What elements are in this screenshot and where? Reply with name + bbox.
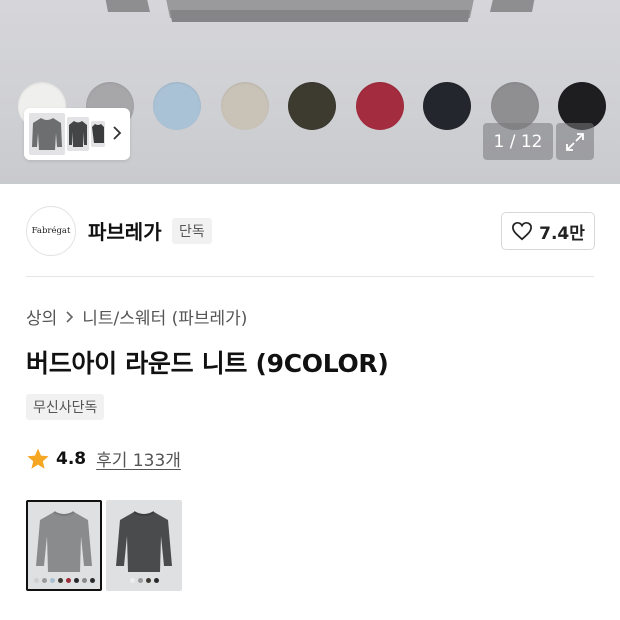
chevron-right-icon[interactable] <box>108 122 126 144</box>
breadcrumb-category[interactable]: 상의 <box>26 304 57 329</box>
image-thumbnail-strip[interactable] <box>24 108 130 160</box>
brand-logo[interactable]: Fabrégat <box>26 206 76 256</box>
product-image-gallery[interactable]: 1 / 12 <box>0 0 620 184</box>
musinsa-exclusive-badge: 무신사단독 <box>26 394 105 420</box>
color-swatch-sky-blue <box>153 82 201 130</box>
star-icon <box>27 448 49 469</box>
color-dot <box>153 578 159 583</box>
variant-color-dots <box>26 578 102 583</box>
divider <box>26 276 594 277</box>
expand-icon[interactable] <box>556 123 594 160</box>
color-dot <box>137 578 143 583</box>
variant-thumbnail[interactable] <box>106 500 182 591</box>
variant-color-dots <box>106 578 182 583</box>
color-dot <box>57 578 63 583</box>
brand-exclusive-badge: 단독 <box>172 218 212 244</box>
rating-summary: 4.8 후기 133개 <box>26 446 181 471</box>
heart-icon <box>512 221 533 241</box>
color-swatch-khaki <box>288 82 336 130</box>
color-dot <box>129 578 135 583</box>
breadcrumb-subcategory[interactable]: 니트/스웨터 (파브레가) <box>82 304 247 329</box>
color-swatch-burgundy <box>355 82 404 130</box>
color-dot <box>49 578 55 583</box>
breadcrumb: 상의 니트/스웨터 (파브레가) <box>26 304 247 329</box>
brand-name[interactable]: 파브레가 <box>88 216 162 245</box>
image-page-counter: 1 / 12 <box>483 123 553 160</box>
color-dot <box>145 578 151 583</box>
chevron-right-icon <box>66 310 74 323</box>
color-swatch-beige <box>220 82 269 130</box>
rating-score: 4.8 <box>56 448 87 469</box>
color-dot <box>33 578 39 583</box>
brand-logo-text: Fabrégat <box>31 226 71 236</box>
reviews-link[interactable]: 후기 133개 <box>96 446 181 471</box>
like-count: 7.4만 <box>539 223 585 244</box>
color-dot <box>65 578 71 583</box>
thumbnail-image[interactable] <box>91 121 105 147</box>
variant-thumbnail[interactable] <box>26 500 102 591</box>
thumbnail-image[interactable] <box>67 117 89 151</box>
color-swatch-navy <box>423 82 471 130</box>
thumbnail-image[interactable] <box>29 113 65 155</box>
color-dot <box>73 578 79 583</box>
color-dot <box>41 578 47 583</box>
like-button[interactable]: 7.4만 <box>501 212 595 250</box>
color-dot <box>81 578 87 583</box>
color-dot <box>89 578 95 583</box>
product-title: 버드아이 라운드 니트 (9COLOR) <box>26 349 389 378</box>
sweater-image-hem <box>105 0 535 22</box>
